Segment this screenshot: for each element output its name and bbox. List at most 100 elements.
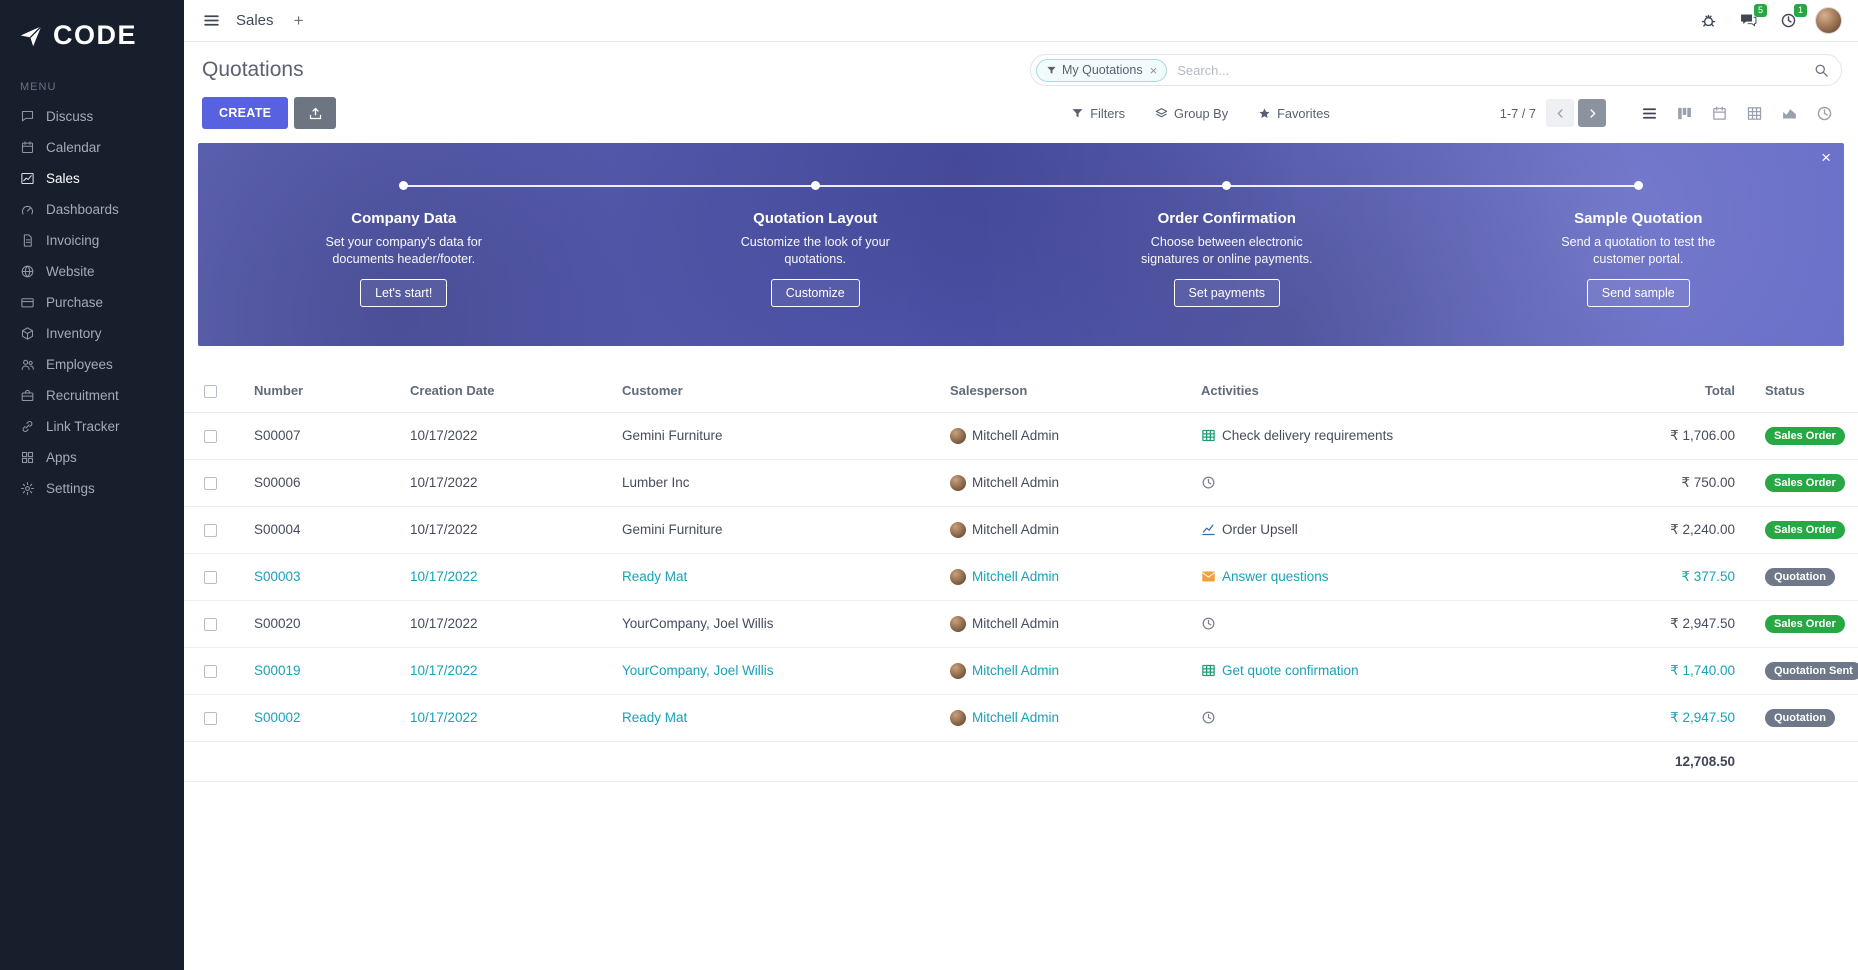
step-description: Send a quotation to test the customer po… (1561, 234, 1715, 268)
row-checkbox[interactable] (204, 618, 217, 631)
activity-cell[interactable] (1201, 601, 1604, 647)
row-checkbox[interactable] (204, 712, 217, 725)
search-bar[interactable]: My Quotations × (1030, 54, 1842, 86)
table-row[interactable]: S00006 10/17/2022 Lumber Inc Mitchell Ad… (184, 459, 1858, 506)
activity-cell[interactable] (1201, 460, 1604, 506)
column-header-creation-date[interactable]: Creation Date (404, 370, 616, 412)
search-facet[interactable]: My Quotations × (1036, 59, 1167, 82)
activity-label: Get quote confirmation (1222, 663, 1359, 678)
table-row[interactable]: S00004 10/17/2022 Gemini Furniture Mitch… (184, 506, 1858, 553)
column-header-status[interactable]: Status (1745, 370, 1858, 412)
brand-logo[interactable]: CODE (0, 0, 184, 67)
row-checkbox[interactable] (204, 430, 217, 443)
inventory-icon (20, 326, 35, 341)
calendar-view-button[interactable] (1702, 98, 1737, 128)
kanban-view-button[interactable] (1667, 98, 1702, 128)
search-input[interactable] (1167, 63, 1814, 78)
activity-cell[interactable]: Order Upsell (1201, 507, 1604, 553)
row-checkbox[interactable] (204, 571, 217, 584)
cell-number: S00007 (248, 412, 404, 459)
step-dot (399, 181, 408, 190)
cell-date: 10/17/2022 (404, 694, 616, 741)
column-header-customer[interactable]: Customer (616, 370, 944, 412)
row-checkbox[interactable] (204, 665, 217, 678)
pager-range: 1-7 / 7 (1500, 106, 1536, 121)
sidebar-item-website[interactable]: Website (0, 256, 184, 287)
lets-start-button[interactable]: Let's start! (360, 279, 447, 307)
control-panel: Quotations My Quotations × CREATE (184, 42, 1858, 141)
sidebar-item-sales[interactable]: Sales (0, 163, 184, 194)
cell-salesperson: Mitchell Admin (972, 616, 1059, 631)
cell-total: ₹ 750.00 (1610, 459, 1745, 506)
row-checkbox[interactable] (204, 477, 217, 490)
sidebar-item-calendar[interactable]: Calendar (0, 132, 184, 163)
cell-date: 10/17/2022 (404, 600, 616, 647)
create-button[interactable]: CREATE (202, 97, 288, 129)
sidebar-item-purchase[interactable]: Purchase (0, 287, 184, 318)
messages-button[interactable]: 5 (1735, 8, 1761, 34)
table-row[interactable]: S00019 10/17/2022 YourCompany, Joel Will… (184, 647, 1858, 694)
cell-number: S00006 (248, 459, 404, 506)
set-payments-button[interactable]: Set payments (1174, 279, 1280, 307)
filters-button[interactable]: Filters (1071, 106, 1125, 121)
sidebar-item-invoicing[interactable]: Invoicing (0, 225, 184, 256)
menu-section-label: MENU (0, 67, 184, 101)
sidebar-item-label: Recruitment (46, 388, 119, 403)
sidebar-item-employees[interactable]: Employees (0, 349, 184, 380)
table-row[interactable]: S00003 10/17/2022 Ready Mat Mitchell Adm… (184, 553, 1858, 600)
debug-button[interactable] (1695, 8, 1721, 34)
sidebar-item-link-tracker[interactable]: Link Tracker (0, 411, 184, 442)
pager-previous-button[interactable] (1546, 99, 1574, 127)
gear-icon (20, 481, 35, 496)
sidebar-item-apps[interactable]: Apps (0, 442, 184, 473)
customize-button[interactable]: Customize (771, 279, 860, 307)
column-header-activities[interactable]: Activities (1195, 370, 1610, 412)
column-header-number[interactable]: Number (248, 370, 404, 412)
activity-cell[interactable] (1201, 695, 1604, 741)
clock-activity-icon (1201, 616, 1216, 631)
select-all-checkbox[interactable] (204, 385, 217, 398)
row-checkbox[interactable] (204, 524, 217, 537)
graph-view-button[interactable] (1772, 98, 1807, 128)
list-view-button[interactable] (1632, 98, 1667, 128)
activity-cell[interactable]: Get quote confirmation (1201, 648, 1604, 694)
hamburger-menu-button[interactable] (198, 8, 224, 34)
step-dot (1634, 181, 1643, 190)
activities-button[interactable]: 1 (1775, 8, 1801, 34)
new-tab-button[interactable]: + (286, 8, 312, 34)
step-description: Set your company's data for documents he… (326, 234, 482, 268)
step-title: Company Data (351, 210, 456, 227)
sidebar-item-dashboards[interactable]: Dashboards (0, 194, 184, 225)
activity-cell[interactable]: Check delivery requirements (1201, 413, 1604, 459)
facet-remove-icon[interactable]: × (1150, 63, 1158, 78)
search-icon[interactable] (1814, 63, 1829, 78)
cell-salesperson: Mitchell Admin (972, 475, 1059, 490)
sidebar-item-inventory[interactable]: Inventory (0, 318, 184, 349)
user-avatar[interactable] (1815, 7, 1842, 34)
activity-cell[interactable]: Answer questions (1201, 554, 1604, 600)
table-row[interactable]: S00002 10/17/2022 Ready Mat Mitchell Adm… (184, 694, 1858, 741)
activity-view-button[interactable] (1807, 98, 1842, 128)
salesperson-avatar (950, 428, 966, 444)
table-row[interactable]: S00020 10/17/2022 YourCompany, Joel Will… (184, 600, 1858, 647)
list-view-icon (1641, 105, 1658, 122)
step-title: Order Confirmation (1158, 210, 1296, 227)
column-header-salesperson[interactable]: Salesperson (944, 370, 1195, 412)
cell-total: ₹ 377.50 (1610, 553, 1745, 600)
export-button[interactable] (294, 97, 336, 129)
search-options: Filters Group By Favorites (1071, 106, 1330, 121)
pivot-view-button[interactable] (1737, 98, 1772, 128)
sidebar-item-discuss[interactable]: Discuss (0, 101, 184, 132)
group-by-button[interactable]: Group By (1155, 106, 1228, 121)
pager-next-button[interactable] (1578, 99, 1606, 127)
table-row[interactable]: S00007 10/17/2022 Gemini Furniture Mitch… (184, 412, 1858, 459)
cell-total: ₹ 2,947.50 (1610, 600, 1745, 647)
favorites-button[interactable]: Favorites (1258, 106, 1330, 121)
column-header-total[interactable]: Total (1610, 370, 1745, 412)
onboarding-step-quotation-layout: Quotation Layout Customize the look of y… (610, 143, 1022, 346)
send-sample-button[interactable]: Send sample (1587, 279, 1690, 307)
salesperson-avatar (950, 663, 966, 679)
sidebar-item-settings[interactable]: Settings (0, 473, 184, 504)
filters-label: Filters (1090, 106, 1125, 121)
sidebar-item-recruitment[interactable]: Recruitment (0, 380, 184, 411)
